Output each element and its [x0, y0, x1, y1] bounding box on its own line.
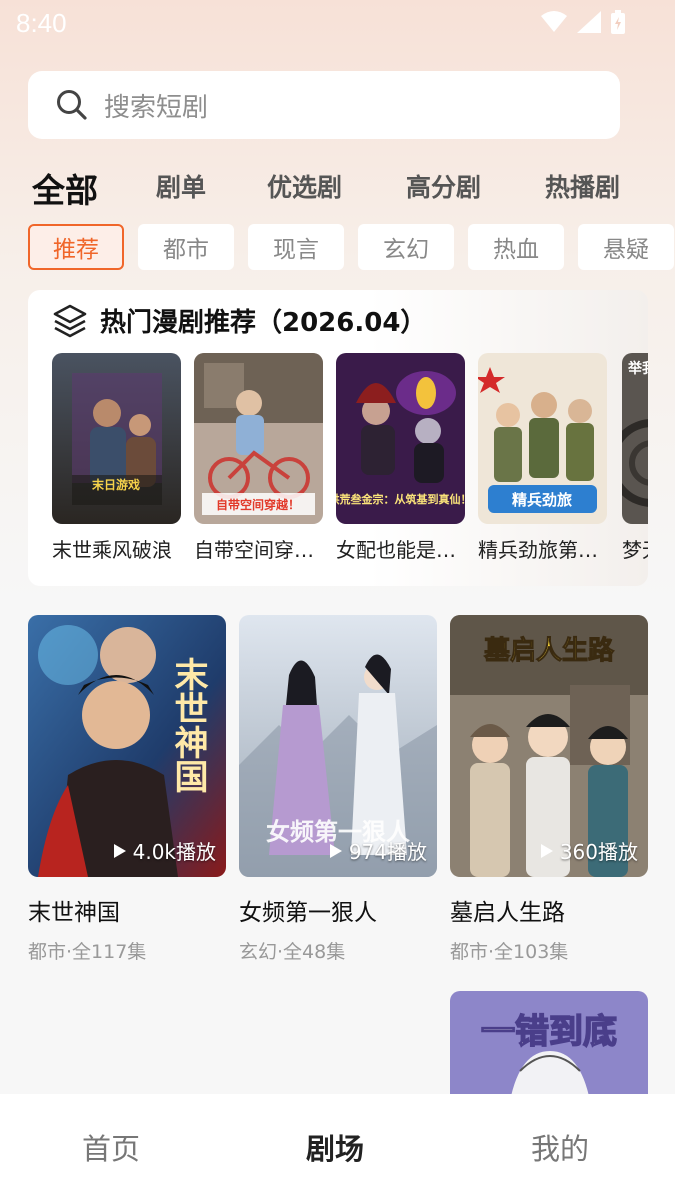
play-count-text: 974播放 [348, 840, 427, 864]
main-tabs: 全部 剧单 优选剧 高分剧 热播剧 [32, 168, 675, 214]
recommend-item-name: 精兵劲旅第一季 [478, 538, 607, 562]
drama-cover: 一错到底 [450, 991, 648, 1101]
recommend-item[interactable]: 自带空间穿越！ 自带空间穿越到80年代 [194, 353, 323, 563]
drama-title: 墓启人生路 [450, 900, 565, 926]
recommend-title: 热门漫剧推荐（2026.04） [100, 308, 427, 338]
recommend-item[interactable]: 举我 梦无 [622, 353, 648, 563]
search-icon [57, 90, 87, 120]
play-count-text: 4.0k播放 [132, 840, 216, 864]
recommend-cover: 末日游戏 [52, 353, 181, 524]
status-time: 8:40 [16, 8, 67, 38]
drama-cover: 墓启人生路 360播放 [450, 615, 648, 877]
drama-card[interactable]: 末世神国 4.0k播放 末世神国 都市·全117集 [28, 615, 226, 964]
play-count: 974播放 [329, 836, 427, 865]
status-bar: 8:40 [0, 0, 675, 48]
drama-card[interactable]: 墓启人生路 360播放 墓启人生路 都市·全103集 [450, 615, 648, 964]
recommend-item[interactable]: 精兵劲旅 精兵劲旅第一季 [478, 353, 607, 563]
play-count: 4.0k播放 [113, 836, 216, 865]
recommend-item[interactable]: 洪荒叁金宗：从筑基到真仙！ 女配也能是大女主 [336, 353, 465, 563]
layers-icon [53, 304, 87, 337]
category-chips: 推荐 都市 现言 玄幻 热血 悬疑 [28, 224, 675, 272]
nav-home[interactable]: 首页 [82, 1126, 140, 1168]
tab-hot[interactable]: 热播剧 [545, 168, 620, 204]
tab-selected[interactable]: 优选剧 [267, 168, 342, 204]
recommend-item-name: 自带空间穿越到80年代 [194, 538, 323, 562]
drama-meta: 都市·全117集 [28, 941, 147, 963]
chip-urban[interactable]: 都市 [138, 224, 234, 270]
chip-recommend[interactable]: 推荐 [28, 224, 124, 270]
drama-meta: 玄幻·全48集 [239, 941, 346, 963]
chip-modern-romance[interactable]: 现言 [248, 224, 344, 270]
nav-theater[interactable]: 剧场 [306, 1126, 364, 1168]
cover-title-text: 精兵劲旅 [512, 491, 572, 509]
drama-card[interactable]: 女频第一狠人 974播放 女频第一狠人 玄幻·全48集 [239, 615, 437, 964]
drama-cover: 末世神国 4.0k播放 [28, 615, 226, 877]
cover-title-text: 末世神国 [168, 657, 208, 793]
recommend-header: 热门漫剧推荐（2026.04） [52, 302, 426, 339]
recommend-item-name: 女配也能是大女主 [336, 538, 465, 562]
drama-cover: 女频第一狠人 974播放 [239, 615, 437, 877]
recommend-item-name: 末世乘风破浪 [52, 538, 172, 562]
chip-fantasy[interactable]: 玄幻 [358, 224, 454, 270]
chip-mystery[interactable]: 悬疑 [578, 224, 674, 270]
play-icon [540, 843, 553, 858]
status-icons [541, 10, 625, 34]
play-count-text: 360播放 [559, 840, 638, 864]
play-icon [113, 843, 126, 858]
tab-high-score[interactable]: 高分剧 [406, 168, 481, 204]
chip-action[interactable]: 热血 [468, 224, 564, 270]
cover-title-text: 墓启人生路 [483, 635, 615, 666]
cover-title-text: 末日游戏 [92, 477, 140, 492]
play-count: 360播放 [540, 836, 638, 865]
drama-title: 末世神国 [28, 900, 120, 926]
bottom-nav: 首页 剧场 我的 [0, 1094, 675, 1200]
nav-mine[interactable]: 我的 [531, 1126, 589, 1168]
recommend-card: 热门漫剧推荐（2026.04） 末日游戏 末世乘风破浪 自带空间穿越！ 自带空间… [28, 290, 648, 586]
drama-meta: 都市·全103集 [450, 941, 569, 963]
cover-title-text: 一错到底 [481, 1012, 617, 1052]
search-input[interactable]: 搜索短剧 [28, 71, 620, 139]
cover-title-text: 举我 [627, 360, 648, 377]
recommend-cover: 举我 [622, 353, 648, 524]
recommend-item-name: 梦无 [622, 538, 648, 562]
search-placeholder: 搜索短剧 [104, 92, 209, 123]
battery-icon [611, 10, 625, 34]
drama-title: 女频第一狠人 [239, 900, 377, 926]
tab-playlist[interactable]: 剧单 [156, 168, 206, 204]
drama-card[interactable]: 一错到底 [450, 991, 648, 1101]
signal-icon [577, 11, 601, 33]
play-icon [329, 843, 342, 858]
recommend-cover: 精兵劲旅 [478, 353, 607, 524]
recommend-item[interactable]: 末日游戏 末世乘风破浪 [52, 353, 181, 563]
recommend-cover: 洪荒叁金宗：从筑基到真仙！ [336, 353, 465, 524]
cover-title-text: 洪荒叁金宗：从筑基到真仙！ [336, 492, 465, 506]
wifi-icon [541, 11, 567, 32]
cover-title-text: 自带空间穿越！ [216, 497, 300, 512]
tab-all[interactable]: 全部 [32, 164, 98, 212]
recommend-cover: 自带空间穿越！ [194, 353, 323, 524]
